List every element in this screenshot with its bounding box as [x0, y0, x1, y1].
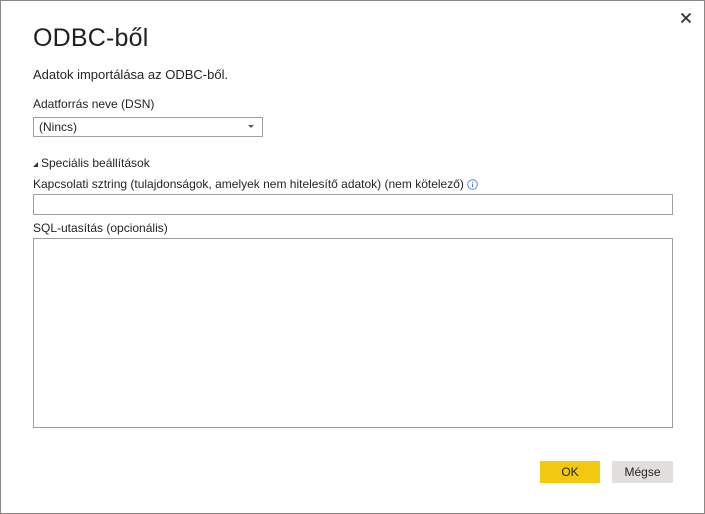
dsn-select[interactable]: (Nincs) — [33, 117, 263, 137]
connection-string-label-row: Kapcsolati sztring (tulajdonságok, amely… — [33, 177, 478, 191]
cancel-button[interactable]: Mégse — [612, 461, 673, 483]
dsn-label: Adatforrás neve (DSN) — [33, 97, 155, 111]
triangle-expanded-icon — [33, 161, 38, 167]
close-button[interactable] — [678, 10, 694, 26]
sql-statement-textarea[interactable] — [33, 238, 673, 428]
advanced-options-toggle[interactable]: Speciális beállítások — [33, 156, 150, 170]
info-icon[interactable] — [467, 178, 478, 190]
odbc-dialog: ODBC-ből Adatok importálása az ODBC-ből.… — [0, 0, 705, 514]
connection-string-input[interactable] — [33, 194, 673, 215]
dialog-title: ODBC-ből — [33, 24, 149, 52]
dialog-subtitle: Adatok importálása az ODBC-ből. — [33, 67, 229, 82]
advanced-options-label: Speciális beállítások — [41, 156, 150, 170]
dsn-selected-value: (Nincs) — [39, 120, 77, 134]
sql-statement-label: SQL-utasítás (opcionális) — [33, 221, 168, 235]
ok-button[interactable]: OK — [540, 461, 600, 483]
connection-string-label: Kapcsolati sztring (tulajdonságok, amely… — [33, 177, 464, 191]
close-icon — [680, 12, 692, 24]
chevron-down-icon — [248, 125, 254, 128]
